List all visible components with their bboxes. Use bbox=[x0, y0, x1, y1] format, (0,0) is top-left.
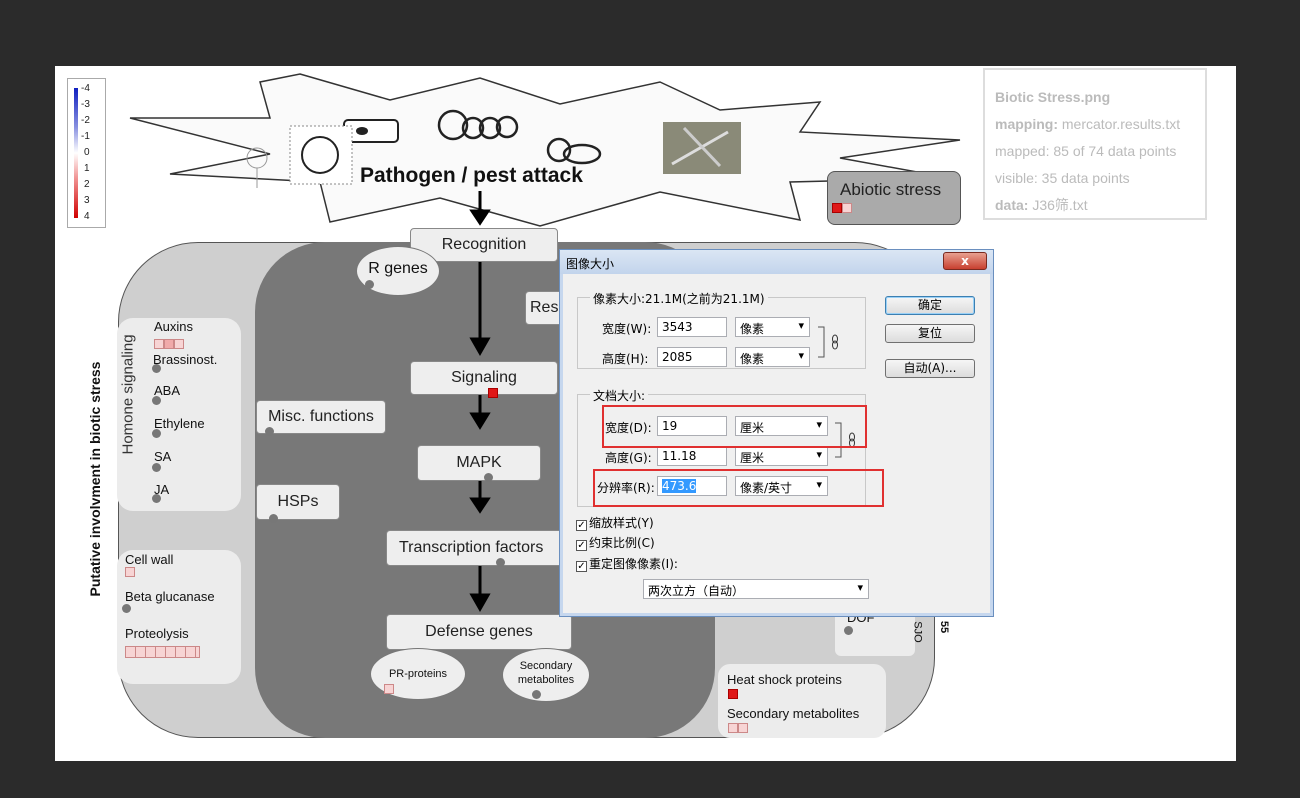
legend-tick: 4 bbox=[84, 211, 90, 222]
legend-tick: -3 bbox=[81, 99, 90, 110]
marker-dot bbox=[152, 364, 161, 373]
marker bbox=[154, 339, 164, 349]
vertical-title: Putative involvment in biotic stress bbox=[87, 361, 103, 597]
reset-button[interactable]: 复位 bbox=[885, 324, 975, 343]
marker-dot bbox=[152, 429, 161, 438]
proteolysis-label: Proteolysis bbox=[125, 626, 189, 641]
marker-dot bbox=[532, 690, 541, 699]
marker-dot bbox=[365, 280, 374, 289]
resample-checkbox[interactable]: ✓ 重定图像像素(I): bbox=[576, 555, 678, 572]
constrain-proportions-checkbox[interactable]: ✓ 约束比例(C) bbox=[576, 534, 655, 551]
hsps-box: HSPs bbox=[256, 484, 340, 520]
height-unit-select[interactable]: 像素 bbox=[735, 347, 810, 367]
abiotic-stress-box: Abiotic stress bbox=[827, 171, 961, 225]
info-data-value: J36筛.txt bbox=[1032, 197, 1088, 213]
marker bbox=[738, 723, 748, 733]
transcription-factors-box: Transcription factors bbox=[386, 530, 564, 566]
marker bbox=[125, 567, 135, 577]
hormone-title: Homone signaling bbox=[119, 334, 137, 455]
link-chain-icon bbox=[818, 326, 838, 358]
banner-title: Pathogen / pest attack bbox=[360, 164, 583, 187]
abiotic-stress-label: Abiotic stress bbox=[840, 180, 942, 199]
info-mapping-label: mapping: bbox=[995, 116, 1058, 132]
heat-shock-label: Heat shock proteins bbox=[727, 672, 842, 687]
height-input[interactable]: 2085 bbox=[657, 347, 727, 367]
resample-label: 重定图像像素(I): bbox=[589, 557, 678, 571]
misc-functions-box: Misc. functions bbox=[256, 400, 386, 434]
doc-height-label: 高度(G): bbox=[605, 451, 652, 465]
resample-method-select[interactable]: 两次立方（自动） bbox=[643, 579, 869, 599]
ok-button[interactable]: 确定 bbox=[885, 296, 975, 315]
mapk-box: MAPK bbox=[417, 445, 541, 481]
proteolysis-markers bbox=[125, 646, 200, 658]
abiotic-marker bbox=[842, 203, 852, 213]
hormone-brassinost: Brassinost. bbox=[153, 352, 218, 367]
heat-shock-marker bbox=[728, 689, 738, 699]
width-unit-select[interactable]: 像素 bbox=[735, 317, 810, 337]
close-button[interactable]: x bbox=[943, 252, 987, 270]
marker-dot bbox=[496, 558, 505, 567]
height-label: 高度(H): bbox=[602, 352, 649, 366]
marker-dot bbox=[265, 427, 274, 436]
info-mapping: mapping: mercator.results.txt bbox=[995, 111, 1195, 138]
document-size-title: 文档大小: bbox=[590, 387, 649, 404]
width-input[interactable]: 3543 bbox=[657, 317, 727, 337]
marker-dot bbox=[844, 626, 853, 635]
beta-glucanase-label: Beta glucanase bbox=[125, 589, 215, 604]
marker-dot bbox=[269, 514, 278, 523]
marker bbox=[728, 723, 738, 733]
info-panel: Biotic Stress.png mapping: mercator.resu… bbox=[983, 68, 1207, 220]
scale-styles-checkbox[interactable]: ✓ 缩放样式(Y) bbox=[576, 514, 654, 531]
side-label-2: 55 bbox=[938, 620, 951, 634]
cell-wall-label: Cell wall bbox=[125, 552, 174, 567]
auto-button[interactable]: 自动(A)... bbox=[885, 359, 975, 378]
marker bbox=[384, 684, 394, 694]
marker-dot bbox=[152, 396, 161, 405]
pixel-size-title: 像素大小:21.1M(之前为21.1M) bbox=[590, 290, 768, 307]
color-scale-bar bbox=[74, 88, 78, 218]
legend-tick: 2 bbox=[84, 179, 90, 190]
doc-height-unit-select[interactable]: 厘米 bbox=[735, 446, 828, 466]
hormone-ethylene: Ethylene bbox=[154, 416, 205, 431]
signaling-marker bbox=[488, 388, 498, 398]
legend-tick: 3 bbox=[84, 195, 90, 206]
dialog-titlebar[interactable]: 图像大小 x bbox=[560, 250, 993, 274]
info-mapped: mapped: 85 of 74 data points bbox=[995, 143, 1177, 159]
signaling-box: Signaling bbox=[410, 361, 558, 395]
legend-tick: -1 bbox=[81, 131, 90, 142]
marker bbox=[174, 339, 184, 349]
info-data-label: data: bbox=[995, 197, 1029, 213]
marker-dot bbox=[152, 494, 161, 503]
highlight-box bbox=[602, 405, 867, 448]
hormone-sa: SA bbox=[154, 449, 172, 464]
secondary-metabolites-label: Secondary metabolites bbox=[727, 706, 860, 721]
highlight-box bbox=[593, 469, 884, 507]
legend-tick: -4 bbox=[81, 83, 90, 94]
legend-tick: 1 bbox=[84, 163, 90, 174]
marker-dot bbox=[484, 473, 493, 482]
defense-genes-box: Defense genes bbox=[386, 614, 572, 650]
doc-height-input[interactable]: 11.18 bbox=[657, 446, 727, 466]
legend-tick: 0 bbox=[84, 147, 90, 158]
abiotic-marker bbox=[832, 203, 842, 213]
cellwall-panel bbox=[117, 550, 241, 684]
info-visible: visible: 35 data points bbox=[995, 170, 1130, 186]
constrain-label: 约束比例(C) bbox=[589, 536, 655, 550]
scale-styles-label: 缩放样式(Y) bbox=[589, 516, 654, 530]
info-filename: Biotic Stress.png bbox=[995, 89, 1111, 105]
dialog-title: 图像大小 bbox=[566, 257, 615, 271]
side-label: SJO bbox=[911, 621, 924, 643]
marker-dot bbox=[122, 604, 131, 613]
marker-dot bbox=[152, 463, 161, 472]
info-data: data: J36筛.txt bbox=[995, 192, 1195, 219]
image-size-dialog: 图像大小 x 像素大小:21.1M(之前为21.1M) 宽度(W): 3543 … bbox=[559, 249, 994, 617]
width-label: 宽度(W): bbox=[602, 322, 652, 336]
legend-tick: -2 bbox=[81, 115, 90, 126]
hormone-auxins: Auxins bbox=[154, 319, 194, 334]
secondary-metabolites-oval: Secondary metabolites bbox=[502, 648, 590, 702]
marker bbox=[164, 339, 174, 349]
info-mapping-value: mercator.results.txt bbox=[1061, 116, 1181, 132]
